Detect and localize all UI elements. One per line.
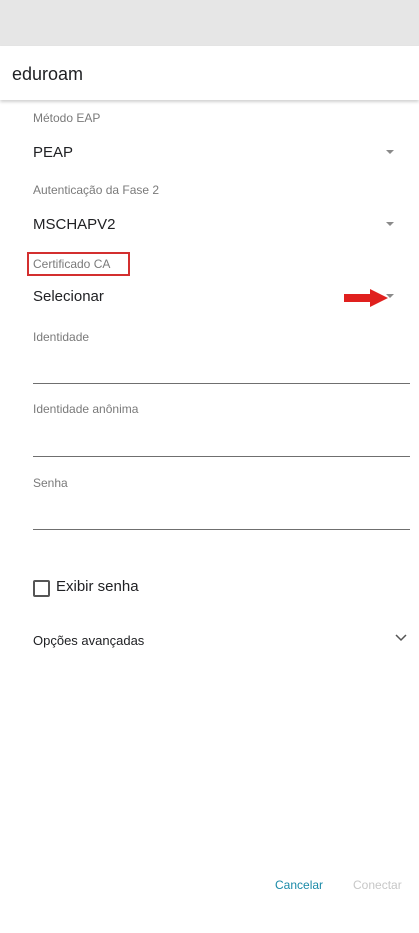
ca-certificate-value: Selecionar	[33, 288, 104, 305]
identity-underline	[33, 383, 410, 384]
phase2-auth-value: MSCHAPV2	[33, 216, 116, 233]
dropdown-arrow-icon	[386, 150, 394, 154]
status-bar	[0, 0, 419, 46]
password-input[interactable]	[33, 496, 410, 530]
eap-method-dropdown[interactable]: PEAP	[33, 134, 403, 162]
show-password-label[interactable]: Exibir senha	[56, 578, 139, 595]
advanced-options-label: Opções avançadas	[33, 633, 145, 648]
phase2-auth-label: Autenticação da Fase 2	[33, 183, 160, 197]
password-underline	[33, 529, 410, 530]
eap-method-label: Método EAP	[33, 111, 101, 125]
anonymous-identity-underline	[33, 456, 410, 457]
dialog-header: eduroam	[0, 46, 419, 100]
show-password-checkbox[interactable]	[33, 580, 50, 597]
eap-method-value: PEAP	[33, 144, 74, 161]
dropdown-arrow-icon	[386, 222, 394, 226]
anonymous-identity-label: Identidade anônima	[33, 402, 139, 416]
cancel-button[interactable]: Cancelar	[275, 878, 323, 892]
identity-input[interactable]	[33, 350, 410, 384]
identity-label: Identidade	[33, 330, 90, 344]
connect-button[interactable]: Conectar	[353, 878, 402, 892]
anonymous-identity-input[interactable]	[33, 422, 410, 456]
phase2-auth-dropdown[interactable]: MSCHAPV2	[33, 206, 403, 234]
ca-certificate-label: Certificado CA	[33, 257, 111, 271]
password-label: Senha	[33, 476, 68, 490]
dialog-content: Método EAP PEAP Autenticação da Fase 2 M…	[0, 100, 419, 933]
red-arrow-icon	[344, 289, 388, 307]
dialog-title: eduroam	[12, 64, 84, 84]
chevron-down-icon[interactable]	[395, 634, 407, 642]
